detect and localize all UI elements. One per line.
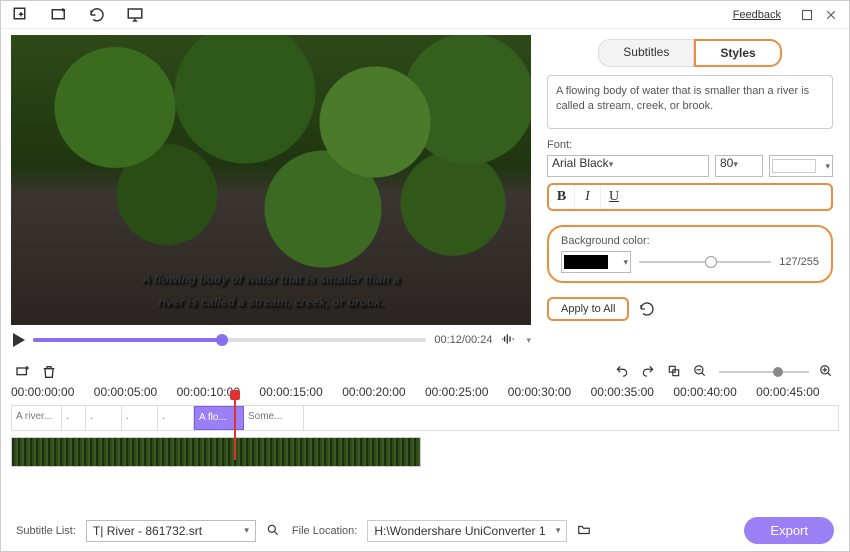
subtitle-clip[interactable]: A river... [12, 406, 62, 430]
style-panel: Subtitles Styles A flowing body of water… [539, 29, 849, 359]
timeline-tick: 00:00:45:00 [756, 385, 839, 399]
timeline-toolbar [1, 359, 849, 385]
zoom-in-icon[interactable] [819, 364, 835, 380]
opacity-value: 127/255 [779, 256, 819, 268]
feedback-link[interactable]: Feedback [733, 9, 781, 21]
timeline-tick: 00:00:20:00 [342, 385, 425, 399]
subtitle-list-label: Subtitle List: [16, 525, 76, 537]
timeline-tick: 00:00:15:00 [259, 385, 342, 399]
screen-icon[interactable] [125, 5, 145, 25]
opacity-slider[interactable] [639, 261, 771, 263]
subtitle-list-select[interactable]: T| River - 861732.srt▾ [86, 520, 256, 542]
italic-button[interactable]: I [575, 185, 601, 209]
playhead[interactable] [234, 392, 236, 460]
zoom-out-icon[interactable] [693, 364, 709, 380]
timecode: 00:12/00:24 [434, 334, 492, 346]
subtitle-clip[interactable]: . [62, 406, 86, 430]
progress-bar[interactable] [33, 338, 426, 342]
timeline-tick: 00:00:30:00 [508, 385, 591, 399]
add-subtitle-icon[interactable] [15, 364, 31, 380]
bold-button[interactable]: B [549, 185, 575, 209]
subtitle-clip[interactable]: . [158, 406, 194, 430]
subtitle-text-box[interactable]: A flowing body of water that is smaller … [547, 75, 833, 129]
font-size-select[interactable]: 80▾ [715, 155, 763, 177]
subtitle-overlay: A flowing body of water that is smaller … [11, 266, 531, 314]
timeline-tick: 00:00:25:00 [425, 385, 508, 399]
add-media-icon[interactable] [49, 5, 69, 25]
subtitle-clip[interactable]: Some... [244, 406, 304, 430]
font-family-select[interactable]: Arial Black▾ [547, 155, 709, 177]
underline-button[interactable]: U [601, 185, 627, 209]
tab-subtitles[interactable]: Subtitles [598, 39, 694, 67]
timeline-tick: 00:00:05:00 [94, 385, 177, 399]
duplicate-icon[interactable] [667, 364, 683, 380]
timeline: 00:00:00:0000:00:05:0000:00:10:0000:00:1… [1, 385, 849, 467]
delete-icon[interactable] [41, 364, 57, 380]
tab-styles[interactable]: Styles [694, 39, 781, 67]
zoom-slider[interactable] [719, 371, 809, 373]
video-canvas[interactable]: A flowing body of water that is smaller … [11, 35, 531, 325]
subtitle-track[interactable]: A river.......A flo...Some... [11, 405, 839, 431]
bg-color-select[interactable]: ▾ [561, 251, 631, 273]
file-location-label: File Location: [292, 525, 357, 537]
apply-to-all-button[interactable]: Apply to All [547, 297, 629, 321]
bg-color-label: Background color: [561, 235, 819, 247]
search-icon[interactable] [266, 523, 282, 539]
maximize-icon[interactable] [799, 7, 815, 23]
font-label: Font: [547, 139, 833, 151]
refresh-icon[interactable] [87, 5, 107, 25]
timeline-tick: 00:00:40:00 [673, 385, 756, 399]
audio-waveform-icon[interactable] [500, 331, 518, 349]
text-style-group: B I U [547, 183, 833, 211]
play-button[interactable] [13, 333, 25, 347]
close-icon[interactable] [823, 7, 839, 23]
folder-icon[interactable] [577, 523, 593, 539]
subtitle-clip[interactable]: A flo... [194, 406, 244, 430]
subtitle-clip[interactable]: . [86, 406, 122, 430]
font-color-select[interactable]: ▾ [769, 155, 833, 177]
top-toolbar: Feedback [1, 1, 849, 29]
video-thumbnail-track[interactable] [11, 437, 421, 467]
video-preview-panel: A flowing body of water that is smaller … [1, 29, 539, 359]
file-location-field[interactable]: H:\Wondershare UniConverter 1▾ [367, 520, 567, 542]
subtitle-clip[interactable]: . [122, 406, 158, 430]
redo-icon[interactable] [641, 364, 657, 380]
reset-icon[interactable] [639, 301, 655, 317]
timeline-tick: 00:00:10:00 [177, 385, 260, 399]
timeline-tick: 00:00:35:00 [591, 385, 674, 399]
bottom-bar: Subtitle List: T| River - 861732.srt▾ Fi… [0, 517, 850, 544]
import-icon[interactable] [11, 5, 31, 25]
undo-icon[interactable] [615, 364, 631, 380]
export-button[interactable]: Export [744, 517, 834, 544]
timeline-tick: 00:00:00:00 [11, 385, 94, 399]
